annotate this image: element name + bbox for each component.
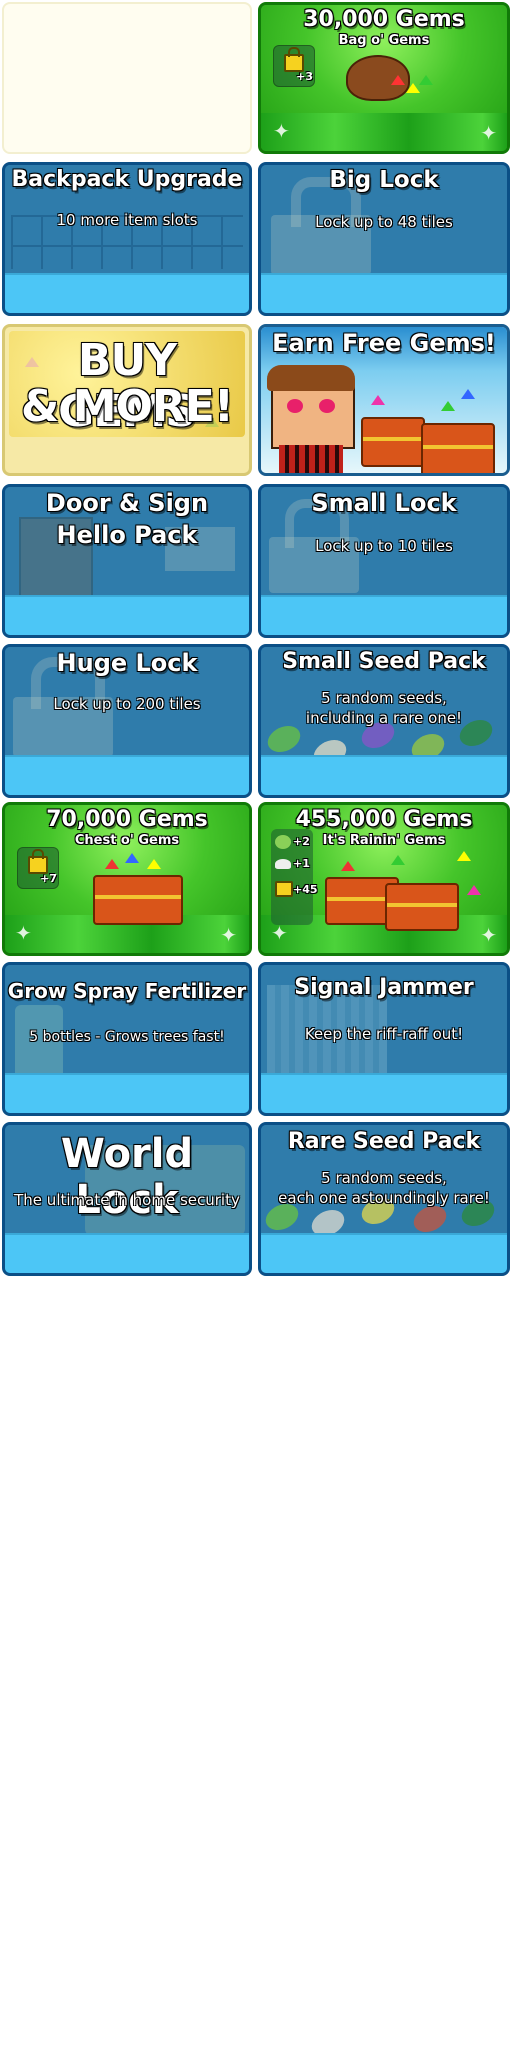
card-description-line-2: including a rare one! <box>305 709 463 727</box>
card-title: Signal Jammer <box>294 975 474 1000</box>
gem-icon <box>391 855 405 865</box>
card-description: Lock up to 10 tiles <box>315 537 453 555</box>
banner-line-2: & MORE! <box>21 381 234 432</box>
heart-eye-icon <box>319 399 335 413</box>
card-description-line-1: 5 random seeds, <box>321 689 447 707</box>
card-footer <box>261 1233 507 1273</box>
lock-bonus-count: +45 <box>293 883 318 896</box>
card-title: World Lock <box>60 1131 194 1223</box>
card-description: The ultimate in home security <box>14 1191 240 1209</box>
seed-bonus-count: +2 <box>293 835 310 848</box>
rare-seed-pack-card[interactable]: Rare Seed Pack 5 random seeds, each one … <box>258 1122 510 1276</box>
gem-icon <box>147 859 161 869</box>
gem-chest-icon <box>93 875 183 925</box>
card-description-line-1: 5 random seeds, <box>321 1169 447 1187</box>
earn-free-gems-banner[interactable]: Earn Free Gems! <box>258 324 510 476</box>
small-lock-card[interactable]: Small Lock Lock up to 10 tiles <box>258 484 510 638</box>
card-footer <box>261 113 507 151</box>
sparkle-icon: ✦ <box>273 119 290 143</box>
sparkle-icon: ✦ <box>480 121 497 145</box>
card-footer <box>5 273 249 313</box>
sparkle-icon: ✦ <box>220 923 237 947</box>
card-title: Huge Lock <box>56 649 198 677</box>
card-title: Backpack Upgrade <box>11 167 243 192</box>
card-footer <box>261 1073 507 1113</box>
wing-icon <box>275 859 291 869</box>
gem-icon <box>105 859 119 869</box>
wing-bonus-count: +1 <box>293 857 310 870</box>
card-title-line-2: Hello Pack <box>56 521 198 549</box>
card-footer <box>5 1233 249 1273</box>
card-description: Lock up to 200 tiles <box>53 695 201 713</box>
card-title: 70,000 Gems <box>46 807 208 832</box>
card-title: Earn Free Gems! <box>272 329 496 357</box>
gem-chest-icon <box>421 423 495 473</box>
gem-chest-icon <box>385 883 459 931</box>
gem-chest-icon <box>361 417 425 467</box>
card-title: 30,000 Gems <box>303 7 465 32</box>
card-title: Big Lock <box>329 167 439 193</box>
badge-count: +7 <box>40 872 57 885</box>
buy-gems-banner[interactable]: BUY GEMS & MORE! <box>2 324 252 476</box>
small-seed-pack-card[interactable]: Small Seed Pack 5 random seeds, includin… <box>258 644 510 798</box>
huge-lock-card[interactable]: Huge Lock Lock up to 200 tiles <box>2 644 252 798</box>
gem-icon <box>341 861 355 871</box>
lock-bonus-badge: +7 <box>17 847 59 889</box>
card-title: Grow Spray Fertilizer <box>7 979 247 1003</box>
seed-icon <box>307 1204 349 1235</box>
grow-spray-fertilizer-card[interactable]: Grow Spray Fertilizer 5 bottles - Grows … <box>2 962 252 1116</box>
card-title: Small Seed Pack <box>282 649 486 674</box>
door-sign-hello-pack-card[interactable]: Door & Sign Hello Pack <box>2 484 252 638</box>
sparkle-icon: ✦ <box>480 923 497 947</box>
gem-icon <box>125 853 139 863</box>
avatar-shirt <box>279 445 343 473</box>
card-footer <box>5 755 249 795</box>
card-footer <box>5 1073 249 1113</box>
gem-icon <box>419 75 433 85</box>
avatar-hair <box>267 365 355 391</box>
card-description: 10 more item slots <box>56 211 198 229</box>
signal-jammer-card[interactable]: Signal Jammer Keep the riff-raff out! <box>258 962 510 1116</box>
card-description: 5 bottles - Grows trees fast! <box>29 1029 225 1045</box>
card-title: Rare Seed Pack <box>287 1129 481 1154</box>
card-footer <box>261 755 507 795</box>
gem-icon <box>457 851 471 861</box>
card-title: Small Lock <box>311 489 457 517</box>
card-footer <box>261 273 507 313</box>
sparkle-icon: ✦ <box>15 921 32 945</box>
gem-icon <box>461 389 475 399</box>
big-lock-card[interactable]: Big Lock Lock up to 48 tiles <box>258 162 510 316</box>
gem-icon <box>391 75 405 85</box>
gems-30000-card[interactable]: ✦ ✦ 30,000 Gems Bag o' Gems +3 <box>258 2 510 154</box>
card-description: Lock up to 48 tiles <box>315 213 453 231</box>
world-lock-card[interactable]: World Lock The ultimate in home security <box>2 1122 252 1276</box>
card-description-line-2: each one astoundingly rare! <box>278 1189 490 1207</box>
lock-bonus-badge: +3 <box>273 45 315 87</box>
gem-icon <box>441 401 455 411</box>
card-subtitle: Chest o' Gems <box>74 833 180 848</box>
gems-70000-card[interactable]: ✦ ✦ 70,000 Gems Chest o' Gems +7 <box>2 802 252 956</box>
heart-eye-icon <box>287 399 303 413</box>
gems-455000-card[interactable]: ✦ ✦ 455,000 Gems It's Rainin' Gems +2 +1… <box>258 802 510 956</box>
seed-icon <box>407 728 449 757</box>
gem-icon <box>467 885 481 895</box>
seed-icon <box>309 734 351 757</box>
lock-icon <box>275 881 293 897</box>
card-footer <box>5 595 249 635</box>
gem-icon <box>406 83 420 93</box>
gem-icon <box>371 395 385 405</box>
card-title-line-1: Door & Sign <box>45 489 209 517</box>
card-footer <box>261 595 507 635</box>
seed-icon <box>275 835 291 849</box>
empty-slot <box>2 2 252 154</box>
backpack-upgrade-card[interactable]: Backpack Upgrade 10 more item slots <box>2 162 252 316</box>
badge-count: +3 <box>296 70 313 83</box>
card-description: Keep the riff-raff out! <box>304 1025 464 1043</box>
